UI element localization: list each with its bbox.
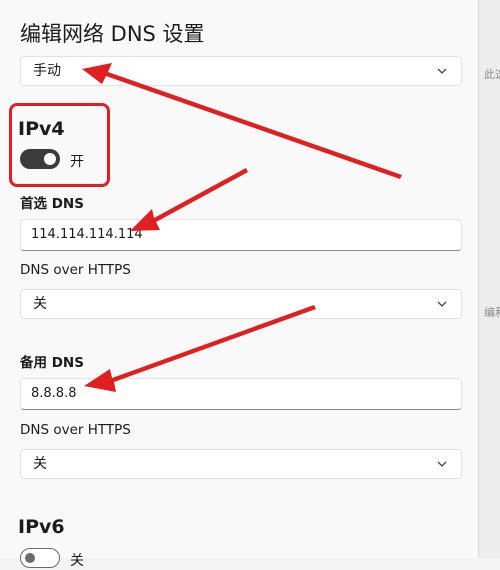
annotation-arrow bbox=[130, 168, 248, 231]
annotation-arrows bbox=[82, 63, 402, 392]
annotation-arrow bbox=[82, 63, 402, 179]
annotation-arrow bbox=[84, 305, 316, 392]
